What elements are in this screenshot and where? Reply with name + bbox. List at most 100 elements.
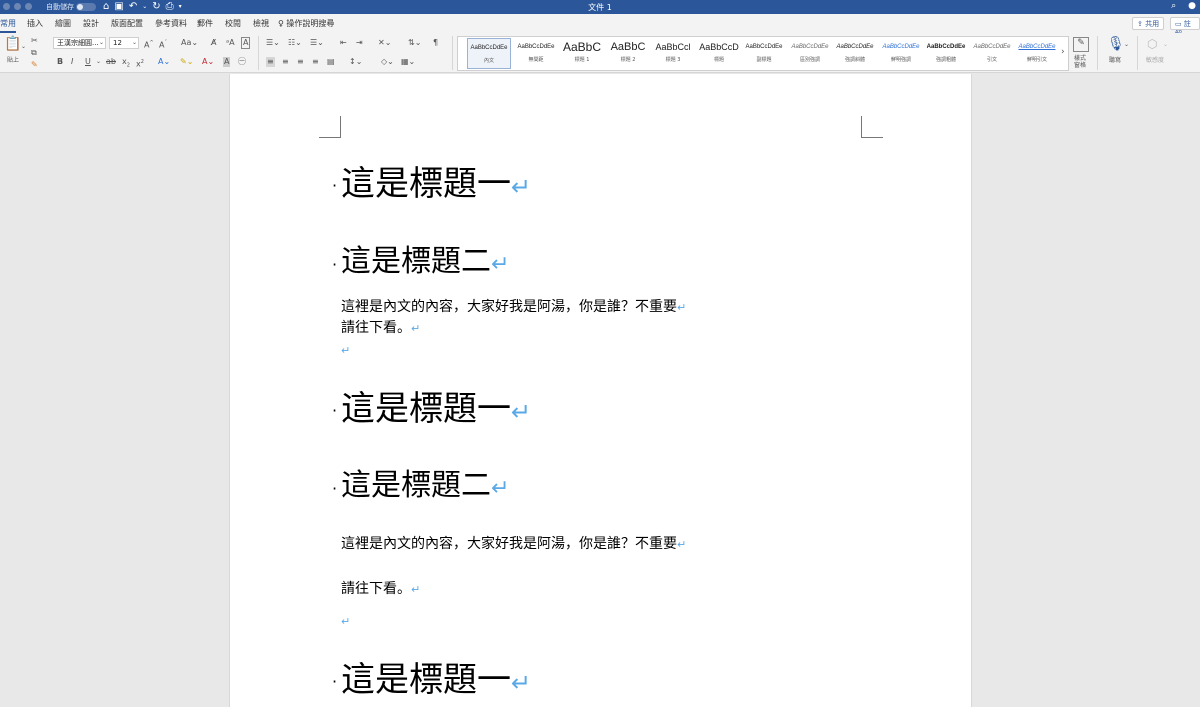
- align-left-icon[interactable]: ≡: [266, 57, 275, 67]
- heading-1-text: 這是標題一: [341, 660, 511, 700]
- search-icon[interactable]: ⌕: [1171, 1, 1176, 11]
- body-text: 這裡是內文的內容，大家好我是阿湯，你是誰？不重要: [341, 299, 677, 315]
- bullets-icon[interactable]: ☰⌄: [266, 38, 280, 48]
- justify-icon[interactable]: ≡: [312, 57, 319, 67]
- format-painter-icon[interactable]: ✎: [31, 60, 38, 70]
- styles-pane-icon[interactable]: ✎: [1073, 37, 1089, 52]
- style-title[interactable]: AaBbCcD 標題: [697, 38, 741, 69]
- heading-bullet: ·: [332, 479, 338, 498]
- style-label: 鮮明強調: [890, 57, 911, 63]
- tab-references[interactable]: 參考資料: [155, 18, 187, 29]
- heading-2[interactable]: 這是標題二↵: [341, 469, 509, 506]
- highlight-icon[interactable]: ✎⌄: [180, 57, 193, 67]
- sort-icon[interactable]: ⇅⌄: [408, 38, 421, 48]
- heading-2[interactable]: 這是標題二↵: [341, 245, 509, 282]
- comments-button[interactable]: ▭ 註解: [1170, 17, 1200, 38]
- font-color-icon[interactable]: A⌄: [202, 57, 214, 67]
- cut-icon[interactable]: ✂: [31, 36, 38, 46]
- tab-mailings[interactable]: 郵件: [197, 18, 213, 29]
- paragraph-mark: ↵: [341, 344, 351, 357]
- asian-layout-icon[interactable]: ✕⌄: [378, 38, 391, 48]
- tab-view[interactable]: 檢視: [253, 18, 269, 29]
- chevron-down-icon[interactable]: ⌄: [96, 57, 101, 67]
- tab-design[interactable]: 設計: [83, 18, 99, 29]
- style-subtitle[interactable]: AaBbCcDdEe 副標題: [742, 38, 786, 69]
- style-sample: AaBbCcl: [655, 42, 691, 52]
- chevron-down-icon[interactable]: ⌄: [132, 38, 137, 48]
- chevron-down-icon[interactable]: ⌄: [1163, 40, 1168, 50]
- tell-me-search[interactable]: ♀ 操作說明搜尋: [278, 18, 334, 29]
- superscript-icon[interactable]: x2: [136, 57, 144, 70]
- strikethrough-icon[interactable]: ab: [106, 57, 116, 67]
- sensitivity-icon[interactable]: ⬡: [1147, 36, 1157, 52]
- align-center-icon[interactable]: ≡: [282, 57, 289, 67]
- style-heading-1[interactable]: AaBbC 標題 1: [560, 38, 604, 69]
- show-marks-icon[interactable]: ¶: [433, 38, 438, 48]
- change-case-icon[interactable]: Aa⌄: [181, 38, 198, 48]
- document-page[interactable]: · 這是標題一↵ · 這是標題二↵ 這裡是內文的內容，大家好我是阿湯，你是誰？不…: [229, 74, 972, 707]
- numbering-icon[interactable]: ☷⌄: [288, 38, 302, 48]
- account-icon[interactable]: ●: [1188, 1, 1196, 11]
- italic-icon[interactable]: I: [71, 57, 73, 67]
- multilevel-list-icon[interactable]: ☰⌄: [310, 38, 324, 48]
- distribute-icon[interactable]: ▤: [327, 57, 335, 67]
- clear-format-icon[interactable]: A̸: [211, 38, 216, 48]
- style-intense-emphasis[interactable]: AaBbCcDdEe 鮮明強調: [879, 38, 923, 69]
- tab-draw[interactable]: 繪圖: [55, 18, 71, 29]
- heading-bullet: ·: [332, 176, 338, 195]
- shading-icon[interactable]: ◇⌄: [381, 57, 394, 67]
- underline-icon[interactable]: U: [85, 57, 91, 67]
- style-label: 標題 2: [620, 57, 636, 63]
- body-paragraph[interactable]: 請往下看。↵: [341, 319, 420, 338]
- paragraph-mark: ↵: [511, 173, 532, 201]
- heading-1[interactable]: 這是標題一↵: [341, 164, 531, 207]
- body-paragraph[interactable]: 這裡是內文的內容，大家好我是阿湯，你是誰？不重要↵: [341, 298, 686, 317]
- styles-gallery: AaBbCcDdEe 內文 AaBbCcDdEe 無間距 AaBbC 標題 1 …: [457, 36, 1069, 71]
- style-emphasis[interactable]: AaBbCcDdEe 強調斜體: [833, 38, 877, 69]
- text-effects-icon[interactable]: A⌄: [158, 57, 170, 67]
- subscript-icon[interactable]: x2: [122, 57, 130, 71]
- increase-font-icon[interactable]: A^: [144, 38, 154, 51]
- body-paragraph[interactable]: 請往下看。↵: [341, 580, 420, 599]
- margin-corner-top-left: [319, 116, 341, 138]
- copy-icon[interactable]: ⧉: [31, 48, 37, 58]
- character-shading-icon[interactable]: A: [223, 57, 231, 67]
- character-border-icon[interactable]: A: [241, 37, 251, 49]
- align-right-icon[interactable]: ≡: [297, 57, 304, 67]
- heading-1[interactable]: 這是標題一↵: [341, 660, 531, 703]
- style-quote[interactable]: AaBbCcDdEe 引文: [970, 38, 1014, 69]
- chevron-down-icon[interactable]: ⌄: [99, 38, 104, 48]
- tab-review[interactable]: 校閱: [225, 18, 241, 29]
- paste-icon[interactable]: 📋: [4, 36, 21, 52]
- borders-icon[interactable]: ▦⌄: [401, 57, 415, 67]
- body-paragraph[interactable]: 這裡是內文的內容，大家好我是阿湯，你是誰？不重要↵: [341, 535, 686, 554]
- tab-layout[interactable]: 版面配置: [111, 18, 143, 29]
- style-strong[interactable]: AaBbCcDdEe 強調粗體: [924, 38, 968, 69]
- tab-home[interactable]: 常用: [0, 18, 16, 33]
- chevron-right-icon[interactable]: ›: [1061, 47, 1065, 57]
- heading-1[interactable]: 這是標題一↵: [341, 389, 531, 432]
- share-button[interactable]: ⇪ 共用: [1132, 17, 1165, 30]
- style-normal[interactable]: AaBbCcDdEe 內文: [467, 38, 511, 69]
- margin-corner-top-right: [861, 116, 883, 138]
- chevron-down-icon[interactable]: ⌄: [1124, 40, 1129, 50]
- bold-icon[interactable]: B: [57, 57, 63, 67]
- decrease-font-icon[interactable]: Aˇ: [159, 38, 167, 51]
- paragraph-mark: ↵: [491, 476, 510, 501]
- style-heading-3[interactable]: AaBbCcl 標題 3: [651, 38, 695, 69]
- style-label: 內文: [483, 58, 494, 64]
- comment-icon: ▭: [1175, 20, 1182, 28]
- decrease-indent-icon[interactable]: ⇤: [340, 38, 347, 48]
- style-intense-quote[interactable]: AaBbCcDdEe 鮮明引文: [1015, 38, 1059, 69]
- phonetic-guide-icon[interactable]: ᵃA: [226, 38, 235, 48]
- increase-indent-icon[interactable]: ⇥: [356, 38, 363, 48]
- paste-dropdown-icon[interactable]: ⌄: [21, 42, 26, 52]
- style-subtle-emphasis[interactable]: AaBbCcDdEe 區別強調: [788, 38, 832, 69]
- tab-insert[interactable]: 插入: [27, 18, 43, 29]
- style-heading-2[interactable]: AaBbC 標題 2: [606, 38, 650, 69]
- microphone-icon[interactable]: 🎙: [1107, 36, 1125, 52]
- style-no-spacing[interactable]: AaBbCcDdEe 無間距: [514, 38, 558, 69]
- line-spacing-icon[interactable]: ↕⌄: [349, 57, 362, 67]
- style-label: 標題: [713, 57, 724, 63]
- enclose-character-icon[interactable]: ㊀: [238, 57, 246, 67]
